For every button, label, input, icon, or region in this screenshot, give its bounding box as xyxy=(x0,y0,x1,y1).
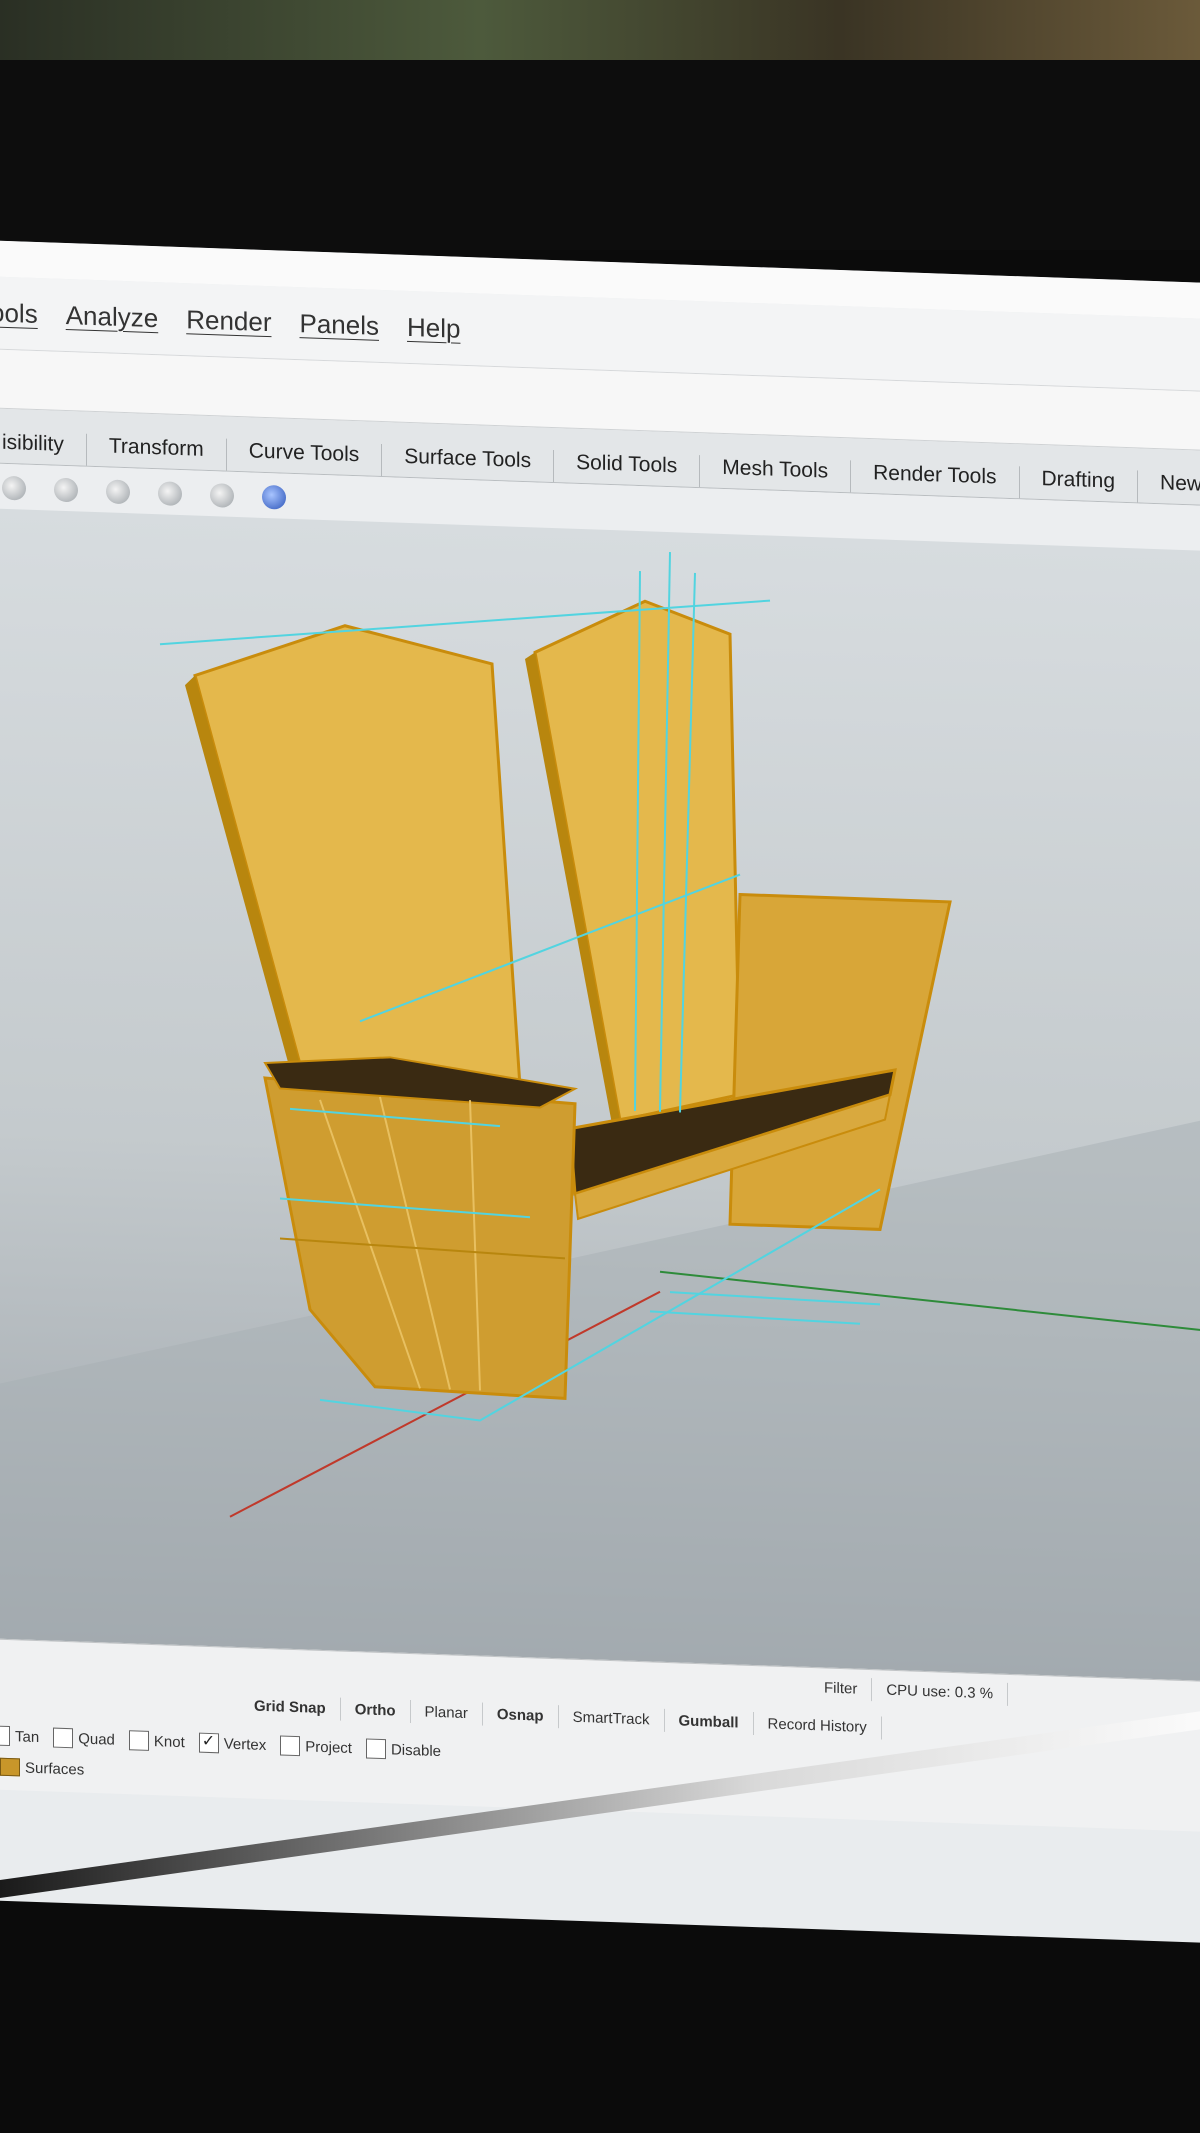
tab-transform[interactable]: Transform xyxy=(86,433,227,471)
perspective-viewport[interactable] xyxy=(0,508,1200,1683)
record-history-toggle[interactable]: Record History xyxy=(753,1712,882,1740)
viewport-canvas xyxy=(0,552,1200,1683)
tab-solid-tools[interactable]: Solid Tools xyxy=(554,450,701,488)
checkbox-icon[interactable] xyxy=(280,1735,301,1757)
tab-curve-tools[interactable]: Curve Tools xyxy=(226,438,383,477)
monitor-bezel xyxy=(0,60,1200,250)
layer-row: Surfaces xyxy=(0,1757,98,1779)
osnap-label: Tan xyxy=(15,1727,40,1746)
osnap-vertex[interactable]: Vertex xyxy=(198,1732,267,1755)
menu-panels[interactable]: Panels xyxy=(299,308,379,342)
snap-icon[interactable] xyxy=(158,481,182,507)
checkbox-icon[interactable] xyxy=(53,1727,74,1749)
background-scene xyxy=(0,0,1200,60)
menu-render[interactable]: Render xyxy=(186,304,271,338)
osnap-label: Quad xyxy=(78,1729,115,1749)
osnap-knot[interactable]: Knot xyxy=(128,1730,185,1752)
status-info-row: Filter CPU use: 0.3 % xyxy=(810,1675,1009,1706)
ortho-toggle[interactable]: Ortho xyxy=(340,1697,411,1724)
tab-visibility[interactable]: isibility xyxy=(0,430,87,466)
curve-icon[interactable] xyxy=(106,479,130,505)
gumball-toggle[interactable]: Gumball xyxy=(664,1708,754,1736)
tab-surface-tools[interactable]: Surface Tools xyxy=(382,444,555,483)
layer-color-swatch xyxy=(0,1757,20,1777)
osnap-label: Disable xyxy=(390,1740,441,1760)
cpu-use-pane: CPU use: 0.3 % xyxy=(872,1678,1009,1706)
layer-name: Surfaces xyxy=(25,1759,85,1779)
osnap-label: Knot xyxy=(153,1732,185,1751)
osnap-tan[interactable]: Tan xyxy=(0,1725,39,1747)
osnap-quad[interactable]: Quad xyxy=(53,1727,115,1750)
point-icon[interactable] xyxy=(2,475,26,501)
osnap-row: Tan Quad Knot Vertex Project Disable xyxy=(0,1725,455,1761)
checkbox-icon[interactable] xyxy=(0,1725,10,1747)
osnap-label: Vertex xyxy=(223,1735,267,1754)
right-armrest xyxy=(728,892,952,1231)
osnap-disable[interactable]: Disable xyxy=(365,1738,441,1761)
smarttrack-toggle[interactable]: SmartTrack xyxy=(558,1705,665,1732)
current-layer[interactable]: Surfaces xyxy=(0,1757,85,1779)
tab-mesh-tools[interactable]: Mesh Tools xyxy=(700,455,852,493)
status-modes-row: Grid Snap Ortho Planar Osnap SmartTrack … xyxy=(240,1694,882,1740)
tab-render-tools[interactable]: Render Tools xyxy=(851,460,1020,499)
checkbox-icon[interactable] xyxy=(128,1730,149,1751)
checkbox-checked-icon[interactable] xyxy=(198,1732,219,1754)
grid-snap-toggle[interactable]: Grid Snap xyxy=(240,1694,341,1721)
osnap-label: Project xyxy=(305,1737,352,1757)
osnap-project[interactable]: Project xyxy=(280,1735,352,1758)
filter-pane[interactable]: Filter xyxy=(810,1675,873,1702)
rhino-window: ools Analyze Render Panels Help isibilit… xyxy=(0,240,1200,1945)
hand-cursor-icon[interactable] xyxy=(262,484,286,510)
menu-analyze[interactable]: Analyze xyxy=(66,299,159,333)
visibility-icon[interactable] xyxy=(210,483,234,508)
planar-toggle[interactable]: Planar xyxy=(410,1700,483,1726)
checkbox-icon[interactable] xyxy=(365,1738,386,1760)
menu-tools[interactable]: ools xyxy=(0,297,38,330)
dimension-icon[interactable] xyxy=(54,477,78,503)
tab-drafting[interactable]: Drafting xyxy=(1019,466,1139,503)
menu-help[interactable]: Help xyxy=(407,311,460,344)
tab-new-in-v5[interactable]: New in V5 xyxy=(1138,470,1200,508)
osnap-toggle[interactable]: Osnap xyxy=(482,1702,559,1729)
